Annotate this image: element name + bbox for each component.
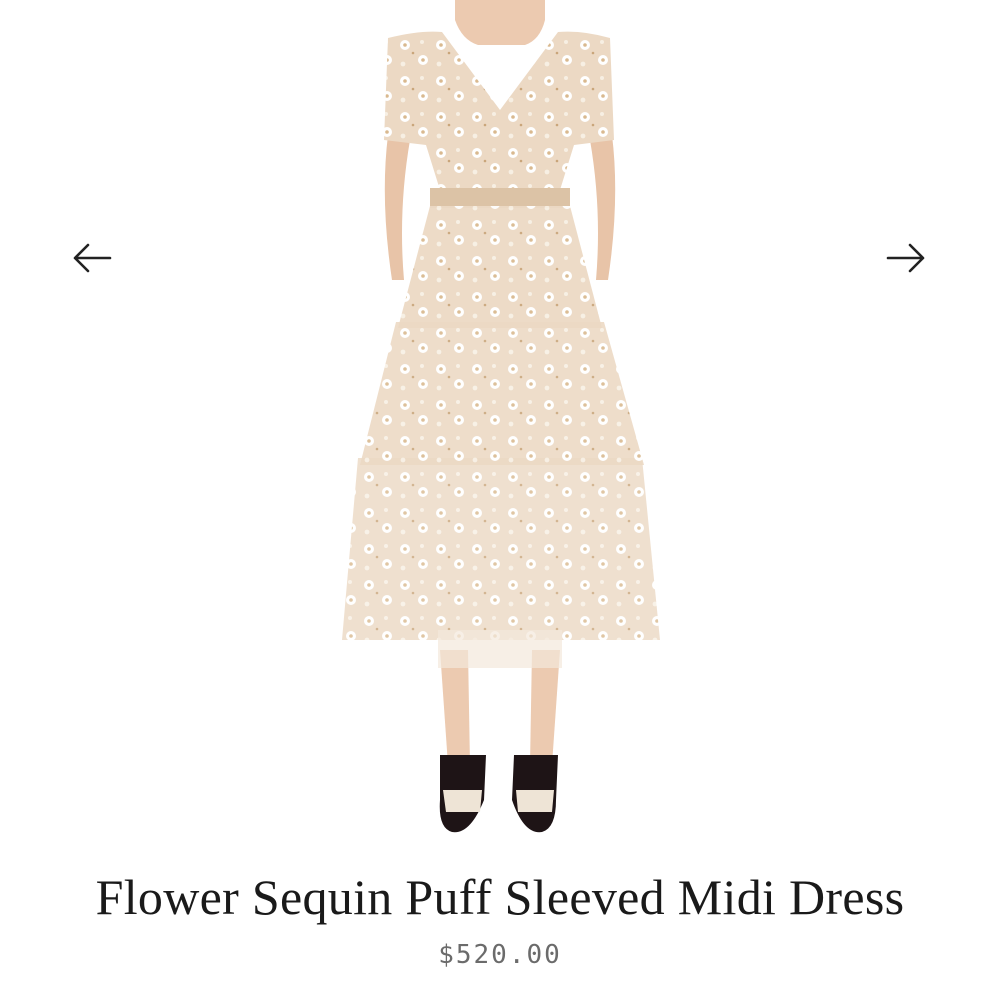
next-image-button[interactable] (878, 230, 934, 286)
product-price: $520.00 (438, 940, 562, 970)
product-image-gallery (0, 0, 1000, 860)
previous-image-button[interactable] (64, 230, 120, 286)
arrow-right-icon (886, 243, 925, 273)
arrow-left-icon (73, 243, 112, 273)
product-title: Flower Sequin Puff Sleeved Midi Dress (95, 869, 905, 925)
product-photo (300, 0, 700, 860)
